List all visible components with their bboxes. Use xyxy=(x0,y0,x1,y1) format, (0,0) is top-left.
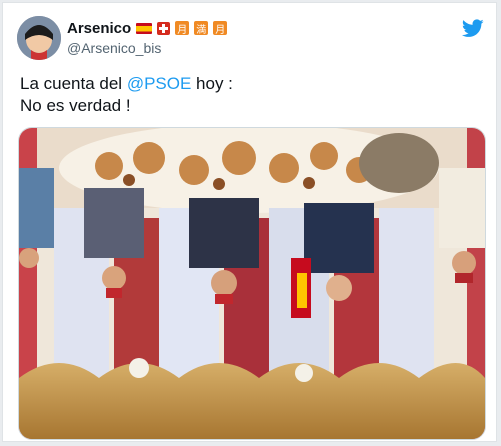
spain-flag-icon xyxy=(136,22,153,34)
tweet-text-part: hoy : xyxy=(191,74,233,93)
badge-icon: 月 xyxy=(175,21,190,36)
avatar[interactable] xyxy=(17,16,61,60)
twitter-bird-icon[interactable] xyxy=(462,19,484,38)
tweet-text-line2: No es verdad ! xyxy=(20,96,131,115)
swiss-flag-icon xyxy=(157,21,171,35)
tweet-text: La cuenta del @PSOE hoy : No es verdad ! xyxy=(20,73,233,117)
tweet-text-part: La cuenta del xyxy=(20,74,127,93)
badge-icon: 満 xyxy=(194,21,209,36)
name-row: Arsenico 月 満 月 xyxy=(67,19,228,37)
user-handle[interactable]: @Arsenico_bis xyxy=(67,40,161,56)
badge-icon: 月 xyxy=(213,21,228,36)
tweet-card: Arsenico 月 満 月 @Arsenico_bis La cuenta d… xyxy=(2,2,497,442)
mention-link[interactable]: @PSOE xyxy=(127,74,192,93)
tweet-image[interactable] xyxy=(18,127,486,440)
display-name[interactable]: Arsenico xyxy=(67,20,131,37)
